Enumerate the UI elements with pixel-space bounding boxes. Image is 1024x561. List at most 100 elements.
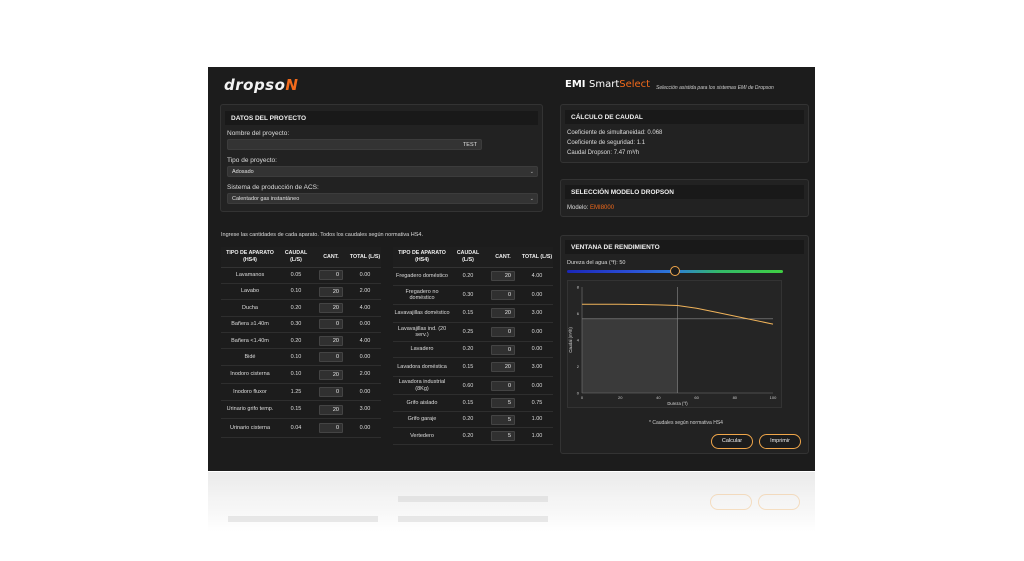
project-panel: DATOS DEL PROYECTO Nombre del proyecto: … [220,104,543,212]
calculate-button[interactable]: Calcular [711,434,753,449]
hs4-note: * Caudales según normativa HS4 [649,420,723,426]
appliance-total: 2.00 [349,283,381,301]
col-header-qty: CANT. [485,247,521,268]
appliance-flow: 1.25 [279,383,313,401]
table-row: Fregadero doméstico 0.20 20 4.00 [393,267,553,287]
y-axis-label: Caudal (m³/h) [568,327,573,353]
appliance-name: Lavavajillas doméstico [393,304,451,324]
appliance-flow: 0.10 [279,365,313,385]
appliance-total: 0.00 [349,267,381,284]
quantity-input[interactable]: 0 [491,327,515,338]
quantity-input[interactable]: 0 [319,319,343,330]
appliance-flow: 0.04 [279,418,313,439]
appliance-total: 4.00 [349,299,381,317]
col-header-type: TIPO DE APARATO (HS4) [221,247,279,268]
qty-cell: 0 [313,418,349,439]
appliance-name: Lavadora industrial (8Kg) [393,376,451,396]
appliance-total: 4.00 [521,267,553,287]
quantity-input[interactable]: 20 [491,362,515,373]
dropson-flow: Caudal Dropson: 7.47 m³/h [567,150,640,156]
col-header-total: TOTAL (L/S) [521,247,553,268]
appliance-name: Inodoro cisterna [221,365,279,385]
quantity-input[interactable]: 20 [319,335,343,346]
qty-cell: 20 [313,365,349,385]
quantity-input[interactable]: 20 [491,308,515,319]
quantity-input[interactable]: 0 [319,352,343,363]
table-row: Bañera ≥1.40m 0.30 0 0.00 [221,316,381,334]
quantity-input[interactable]: 5 [491,430,515,441]
print-button[interactable]: Imprimir [759,434,801,449]
quantity-input[interactable]: 20 [319,404,343,415]
project-name-input[interactable]: TEST [227,139,482,150]
dropson-logo: dropsoN [224,76,299,94]
quantity-input[interactable]: 20 [319,302,343,313]
table-row: Inodoro cisterna 0.10 20 2.00 [221,365,381,385]
table-row: Lavadora industrial (8Kg) 0.60 0 0.00 [393,376,553,396]
appliance-flow: 0.30 [279,316,313,334]
appliance-name: Lavadero [393,341,451,359]
project-type-select[interactable]: Adosado ⌄ [227,166,538,177]
appliance-flow: 0.15 [451,304,485,324]
appliance-total: 4.00 [349,332,381,350]
appliance-flow: 0.10 [279,283,313,301]
qty-cell: 20 [313,332,349,350]
emi-tagline: Selección asistida para los sistemas EMI… [656,85,774,91]
table-row: Inodoro fluxor 1.25 0 0.00 [221,383,381,401]
hardness-slider-handle[interactable] [670,266,680,276]
hardness-label: Dureza del agua (°f): 50 [567,260,626,266]
appliance-total: 1.00 [521,411,553,429]
simultaneity-coefficient: Coeficiente de simultaneidad: 0.068 [567,130,663,136]
emi-smartselect-logo: EMI SmartSelect [565,79,651,90]
col-header-type: TIPO DE APARATO (HS4) [393,247,451,268]
col-header-flow: CAUDAL (L/S) [279,247,313,268]
col-header-qty: CANT. [313,247,349,268]
performance-panel: VENTANA DE RENDIMIENTO Dureza del agua (… [560,235,809,454]
y-tick-label: 4 [577,338,580,343]
qty-cell: 20 [313,283,349,301]
model-value: EMI8000 [590,205,615,211]
quantity-input[interactable]: 20 [491,271,515,282]
appliance-flow: 0.20 [451,341,485,359]
quantity-input[interactable]: 5 [491,398,515,409]
appliance-name: Lavamanos [221,267,279,284]
acs-system-select[interactable]: Calentador gas instantáneo ⌄ [227,193,538,204]
quantity-input[interactable]: 0 [491,344,515,355]
project-name-label: Nombre del proyecto: [227,130,290,137]
appliance-flow: 0.15 [279,400,313,420]
quantity-input[interactable]: 0 [491,380,515,391]
performance-title: VENTANA DE RENDIMIENTO [565,240,804,254]
appliance-flow: 0.20 [279,299,313,317]
appliance-name: Vertedero [393,427,451,445]
quantity-input[interactable]: 20 [319,286,343,297]
table-row: Ducha 0.20 20 4.00 [221,299,381,317]
x-tick-label: 80 [733,395,738,400]
quantity-input[interactable]: 0 [319,387,343,398]
qty-cell: 20 [485,304,521,324]
appliance-flow: 0.05 [279,267,313,284]
appliance-name: Fregadero no doméstico [393,285,451,305]
project-type-label: Tipo de proyecto: [227,157,277,164]
x-axis-label: Dureza (°f) [667,401,688,406]
appliance-total: 3.00 [521,304,553,324]
appliance-name: Ducha [221,299,279,317]
quantity-input[interactable]: 0 [319,270,343,281]
safety-coefficient: Coeficiente de seguridad: 1.1 [567,140,646,146]
quantity-input[interactable]: 5 [491,414,515,425]
qty-cell: 0 [485,322,521,342]
appliance-total: 0.00 [521,341,553,359]
quantity-input[interactable]: 0 [491,289,515,300]
qty-cell: 20 [313,400,349,420]
y-tick-label: 2 [577,364,580,369]
qty-cell: 0 [313,348,349,366]
x-tick-label: 100 [770,395,777,400]
quantity-input[interactable]: 20 [319,369,343,380]
appliance-name: Urinario grifo temp. [221,400,279,420]
qty-cell: 0 [313,267,349,284]
quantity-input[interactable]: 0 [319,423,343,434]
qty-cell: 5 [485,427,521,445]
reflection-row [398,516,548,522]
appliance-name: Bañera <1.40m [221,332,279,350]
performance-chart-svg: 0 20 40 60 80 100 0 2 4 6 8 Dureza (°f) Caudal (m³/h… [568,285,777,407]
qty-cell: 20 [313,299,349,317]
appliance-flow: 0.20 [451,411,485,429]
